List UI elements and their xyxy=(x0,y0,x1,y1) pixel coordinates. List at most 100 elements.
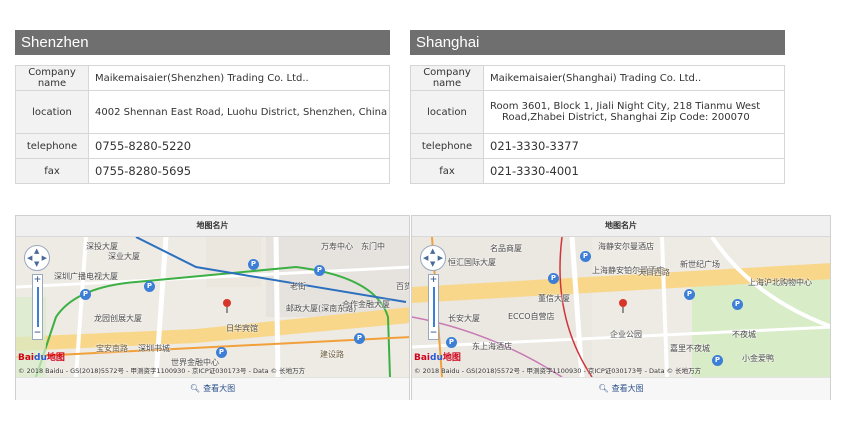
telephone-value: 0755-8280-5220 xyxy=(88,133,390,159)
map-label: 深圳书城 xyxy=(138,344,170,353)
map-label: 董信大厦 xyxy=(538,294,570,303)
map-label: 日华宾馆 xyxy=(226,324,258,333)
telephone-row: telephone 021-3330-3377 xyxy=(410,133,785,159)
zoom-track[interactable] xyxy=(37,287,39,327)
parking-icon: P xyxy=(732,299,743,310)
pan-left-icon[interactable]: ◀ xyxy=(27,255,32,262)
telephone-row: telephone 0755-8280-5220 xyxy=(15,133,390,159)
map-card-shenzhen: 地图名片 深投大厦 深业大厦 深圳广播电视大厦 老街 邮政大厦(深南东路) 合作… xyxy=(15,215,410,400)
parking-icon: P xyxy=(80,289,91,300)
parking-icon: P xyxy=(684,289,695,300)
fax-row: fax 021-3330-4001 xyxy=(410,158,785,184)
pan-control[interactable]: ▲ ▼ ◀ ▶ xyxy=(24,245,50,271)
telephone-value: 021-3330-3377 xyxy=(483,133,785,159)
map-label: 天目西路 xyxy=(638,268,670,277)
logo-suffix: 地图 xyxy=(442,353,461,363)
map-label: 龙园创展大厦 xyxy=(94,314,142,323)
parking-icon: P xyxy=(548,273,559,284)
map-label: 宝安南路 xyxy=(96,344,128,353)
map-label: 不夜城 xyxy=(732,330,756,339)
company-label: Company name xyxy=(15,65,89,91)
fax-label: fax xyxy=(15,158,89,184)
baidu-map-logo: Baidu地图 xyxy=(414,350,461,363)
map-label: 海静安尔曼酒店 xyxy=(598,242,654,251)
pan-up-icon[interactable]: ▲ xyxy=(34,248,39,255)
map-label: 小金爱鸭 xyxy=(742,354,774,363)
zoom-slider[interactable]: + − xyxy=(32,274,43,340)
pan-down-icon[interactable]: ▼ xyxy=(430,261,435,268)
office-shanghai: Shanghai Company name Maikemaisaier(Shan… xyxy=(410,30,785,184)
logo-text: Bai xyxy=(414,353,431,363)
parking-icon: P xyxy=(354,333,365,344)
map-label: 深圳广播电视大厦 xyxy=(54,272,118,281)
logo-text: Bai xyxy=(18,353,35,363)
pan-down-icon[interactable]: ▼ xyxy=(34,261,39,268)
office-city-title: Shanghai xyxy=(410,30,785,55)
map-label: 名品商厦 xyxy=(490,244,522,253)
map-canvas[interactable]: 深投大厦 深业大厦 深圳广播电视大厦 老街 邮政大厦(深南东路) 合作金融大厦 … xyxy=(16,237,409,377)
map-label: 深业大厦 xyxy=(108,252,140,261)
pan-up-icon[interactable]: ▲ xyxy=(430,248,435,255)
map-navigation-control: ▲ ▼ ◀ ▶ + − xyxy=(24,245,52,340)
magnifier-icon: 🔍︎ xyxy=(189,384,201,393)
location-pin-icon xyxy=(223,299,231,313)
logo-suffix: 地图 xyxy=(46,353,65,363)
zoom-in-icon[interactable]: + xyxy=(429,276,438,285)
zoom-track[interactable] xyxy=(433,287,435,327)
office-info-table: Company name Maikemaisaier(Shenzhen) Tra… xyxy=(15,65,390,184)
parking-icon: P xyxy=(216,347,227,358)
map-card-title: 地图名片 xyxy=(16,216,409,237)
map-copyright: © 2018 Baidu - GS(2018)5572号 - 甲测资字11009… xyxy=(414,367,702,375)
office-city-title: Shenzhen xyxy=(15,30,390,55)
company-row: Company name Maikemaisaier(Shenzhen) Tra… xyxy=(15,65,390,91)
baidu-map-logo: Baidu地图 xyxy=(18,350,65,363)
map-label: ECCO自营店 xyxy=(508,312,555,321)
company-value: Maikemaisaier(Shanghai) Trading Co. Ltd.… xyxy=(483,65,785,91)
pan-control[interactable]: ▲ ▼ ◀ ▶ xyxy=(420,245,446,271)
parking-icon: P xyxy=(712,355,723,366)
pan-right-icon[interactable]: ▶ xyxy=(438,255,443,262)
map-copyright: © 2018 Baidu - GS(2018)5572号 - 甲测资字11009… xyxy=(18,367,306,375)
map-label: 新世纪广场 xyxy=(680,260,720,269)
view-large-map-link[interactable]: 🔍︎ 查看大图 xyxy=(16,377,409,400)
map-canvas[interactable]: 名品商厦 恒汇国际大厦 海静安尔曼酒店 上海静安铂尔曼酒店 新世纪广场 天目西路… xyxy=(412,237,830,377)
location-label: location xyxy=(410,90,484,134)
logo-paw: du xyxy=(34,353,47,363)
telephone-label: telephone xyxy=(410,133,484,159)
zoom-in-icon[interactable]: + xyxy=(33,276,42,285)
location-value: Room 3601, Block 1, Jiali Night City, 21… xyxy=(483,90,785,134)
location-row: location Room 3601, Block 1, Jiali Night… xyxy=(410,90,785,134)
map-label: 上海沪北购物中心 xyxy=(748,278,812,287)
map-card-shanghai: 地图名片 名品商厦 恒汇国际大厦 海静安尔曼酒店 上海静安铂尔曼酒店 新世纪广场… xyxy=(411,215,831,400)
parking-icon: P xyxy=(144,281,155,292)
location-row: location 4002 Shennan East Road, Luohu D… xyxy=(15,90,390,134)
parking-icon: P xyxy=(248,259,259,270)
pan-left-icon[interactable]: ◀ xyxy=(423,255,428,262)
company-row: Company name Maikemaisaier(Shanghai) Tra… xyxy=(410,65,785,91)
zoom-out-icon[interactable]: − xyxy=(429,329,438,338)
map-label: 恒汇国际大厦 xyxy=(448,258,496,267)
map-label: 万寿中心 xyxy=(321,242,353,251)
map-label: 合作金融大厦 xyxy=(342,300,390,309)
view-large-label: 查看大图 xyxy=(203,384,236,393)
zoom-out-icon[interactable]: − xyxy=(33,329,42,338)
location-label: location xyxy=(15,90,89,134)
logo-paw: du xyxy=(430,353,443,363)
map-label: 东门中 xyxy=(361,242,385,251)
parking-icon: P xyxy=(580,251,591,262)
view-large-map-link[interactable]: 🔍︎ 查看大图 xyxy=(412,377,830,400)
telephone-label: telephone xyxy=(15,133,89,159)
location-value: 4002 Shennan East Road, Luohu District, … xyxy=(88,90,390,134)
company-value: Maikemaisaier(Shenzhen) Trading Co. Ltd.… xyxy=(88,65,390,91)
fax-row: fax 0755-8280-5695 xyxy=(15,158,390,184)
map-label: 企业公园 xyxy=(610,330,642,339)
pan-right-icon[interactable]: ▶ xyxy=(42,255,47,262)
map-label: 老街 xyxy=(290,282,306,291)
map-label: 建设路 xyxy=(320,350,344,359)
map-label: 嘉里不夜城 xyxy=(670,344,710,353)
company-label: Company name xyxy=(410,65,484,91)
office-info-table: Company name Maikemaisaier(Shanghai) Tra… xyxy=(410,65,785,184)
location-line-1: Room 3601, Block 1, Jiali Night City, 21… xyxy=(490,101,761,112)
zoom-slider[interactable]: + − xyxy=(428,274,439,340)
location-pin-icon xyxy=(619,299,627,313)
